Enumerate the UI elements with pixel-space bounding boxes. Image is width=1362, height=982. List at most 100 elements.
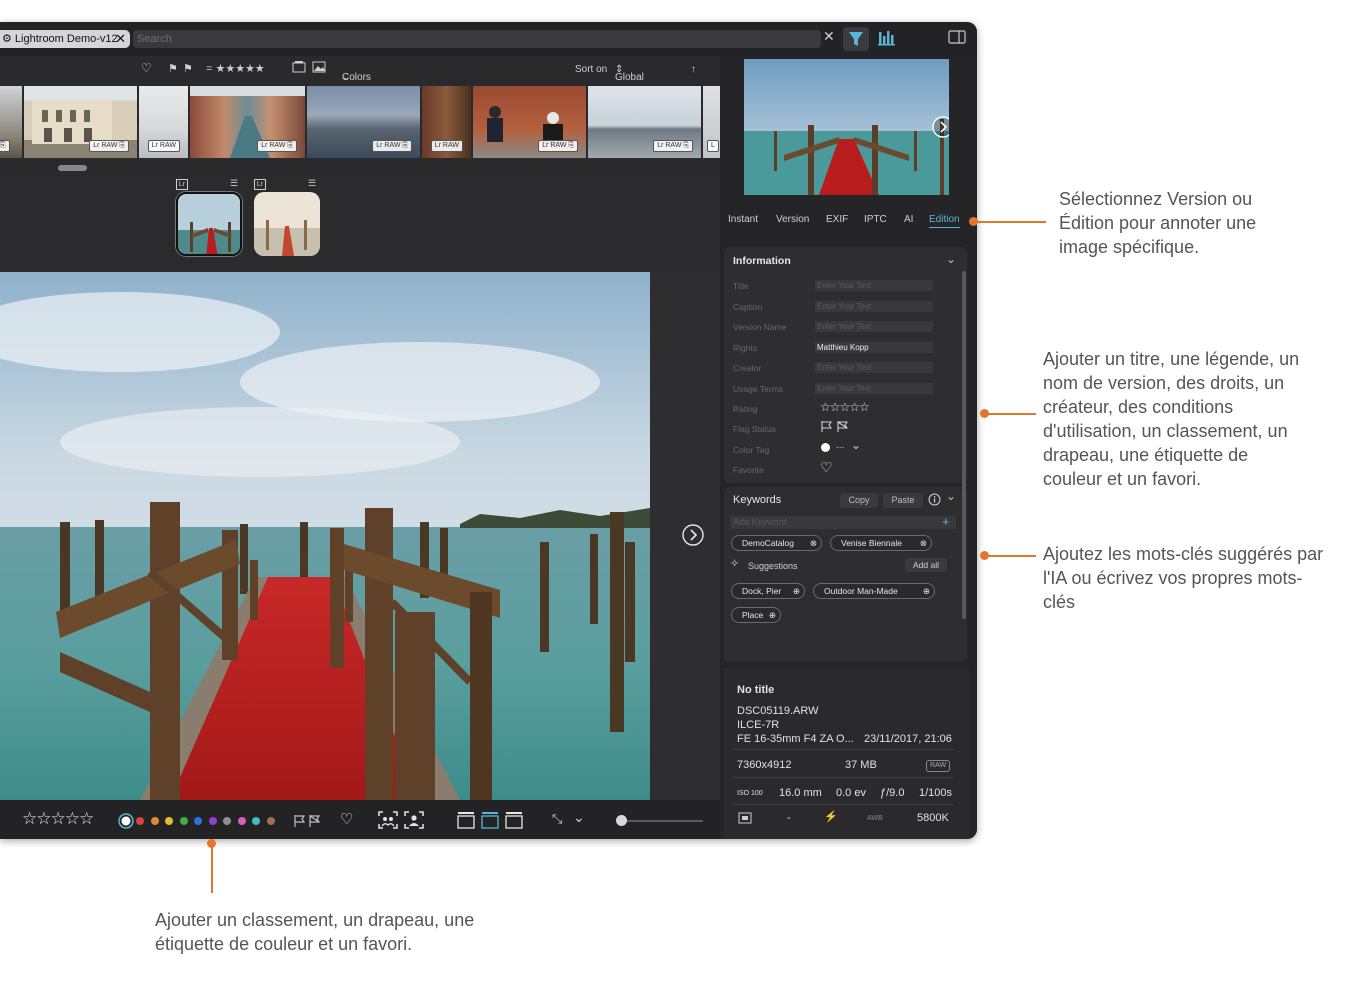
suggested-keyword-chip[interactable]: Outdoor Man-Made ⊕ <box>813 583 935 599</box>
color-tag-dot[interactable] <box>150 817 159 825</box>
favorite-heart-icon[interactable]: ♡ <box>820 459 833 476</box>
creator-field[interactable]: Enter Your Text <box>815 362 933 373</box>
tab-ai[interactable]: AI <box>904 214 913 225</box>
rating-stars[interactable]: ☆☆☆☆☆ <box>820 400 870 414</box>
filter-button[interactable] <box>843 27 869 51</box>
histogram-button[interactable] <box>877 28 897 48</box>
suggested-keyword-chip[interactable]: Place ⊕ <box>731 607 781 623</box>
add-chip-icon[interactable]: ⊕ <box>769 608 776 622</box>
chevron-down-icon: ⌄ <box>342 72 351 83</box>
remove-chip-icon[interactable]: ⊗ <box>920 536 927 550</box>
filmstrip-thumbnail[interactable]: Lr RAW <box>139 86 188 158</box>
keyword-chip[interactable]: Venise Biennale ⊗ <box>830 535 932 551</box>
video-filter-icon[interactable] <box>292 60 306 74</box>
usage-terms-field[interactable]: Enter Your Text <box>815 383 933 394</box>
app-window: ⚙ Lightroom Demo-v12 ✕ Search ✕ ♡ ⚑ ⚑ = … <box>0 22 977 839</box>
zoom-slider[interactable] <box>620 820 703 822</box>
color-tag-dot[interactable] <box>208 817 217 825</box>
filmstrip-thumbnail[interactable]: Lr RAW ⎘ <box>24 86 137 158</box>
annotation-line: Ajoutez les mots-clés suggérés par <box>1043 544 1324 564</box>
collapse-chevron-icon[interactable]: ⌄ <box>946 489 956 503</box>
person-detect-icon[interactable] <box>404 811 424 829</box>
filmstrip-thumbnail[interactable]: Lr RAW ⎘ <box>307 86 420 158</box>
layout-mode-icons[interactable] <box>457 811 525 829</box>
panel-toggle-button[interactable] <box>948 30 966 44</box>
chevron-right-circle-icon[interactable] <box>932 116 949 138</box>
filmstrip-thumbnail[interactable]: Lr RAW ⎘ <box>190 86 305 158</box>
remove-chip-icon[interactable]: ⊗ <box>810 536 817 550</box>
paste-button[interactable]: Paste <box>883 493 923 508</box>
color-tag-dot[interactable] <box>237 817 246 825</box>
flag-icons[interactable] <box>820 420 852 433</box>
filmstrip-thumbnail[interactable]: ⎘ <box>0 86 22 158</box>
annotation-leader <box>211 843 213 893</box>
filmstrip-thumbnail[interactable]: Lr RAW <box>422 86 471 158</box>
rating-stars[interactable]: ☆☆☆☆☆ <box>22 809 94 829</box>
copy-button[interactable]: Copy <box>840 493 878 508</box>
filmstrip-scrollbar[interactable] <box>58 165 87 171</box>
adjustments-icon[interactable]: ☰ <box>308 178 316 189</box>
next-image-button[interactable] <box>682 524 704 546</box>
venice-pier-photo <box>0 272 650 800</box>
field-label: Usage Terms <box>733 384 783 394</box>
title-field[interactable]: Enter Your Text <box>815 280 933 291</box>
chevron-down-icon[interactable]: ⌄ <box>573 809 585 826</box>
color-tag-dot[interactable] <box>266 817 275 825</box>
version-thumbnail-selected[interactable] <box>176 192 242 256</box>
filmstrip-thumbnail[interactable]: Lr RAW ⎘ <box>473 86 586 158</box>
reject-filter-icon[interactable]: ⚑ <box>183 62 193 75</box>
flag-icons[interactable] <box>293 814 323 828</box>
color-tag-dot[interactable] <box>179 817 188 825</box>
filmstrip-thumbnail[interactable]: Lr RAW ⎘ <box>588 86 701 158</box>
keyword-chip[interactable]: DemoCatalog ⊗ <box>731 535 822 551</box>
rights-field[interactable]: Matthieu Kopp <box>815 342 933 353</box>
color-tag-dot[interactable] <box>223 817 231 825</box>
pier-preview-art <box>744 59 949 195</box>
add-chip-icon[interactable]: ⊕ <box>923 584 930 598</box>
collapse-chevron-icon[interactable]: ⌄ <box>946 252 956 266</box>
chevron-down-icon[interactable]: ⌄ <box>851 438 861 452</box>
color-tag-dot[interactable] <box>194 817 202 825</box>
annotation-line: Ajouter un classement, un drapeau, une <box>155 910 475 930</box>
color-tag-dot[interactable] <box>136 817 144 825</box>
tab-exif[interactable]: EXIF <box>826 214 848 225</box>
keyword-chip-label: DemoCatalog <box>742 538 794 548</box>
close-tab-icon[interactable]: ✕ <box>115 30 126 48</box>
catalog-tab[interactable]: ⚙ Lightroom Demo-v12 ✕ <box>0 30 130 48</box>
tab-instant[interactable]: Instant <box>728 214 758 225</box>
expand-icon[interactable]: ⤡ <box>552 811 562 827</box>
tab-iptc[interactable]: IPTC <box>864 214 887 225</box>
caption-field[interactable]: Enter Your Text <box>815 301 933 312</box>
annotation-line: Sélectionnez Version ou <box>1059 189 1253 209</box>
raw-badge: ⎘ <box>0 140 10 152</box>
sort-direction-icon[interactable]: ↑ <box>691 64 696 75</box>
image-filter-icon[interactable] <box>312 60 326 74</box>
add-keyword-plus-icon[interactable]: + <box>942 514 950 529</box>
filmstrip-thumbnail[interactable]: L <box>703 86 720 158</box>
suggested-keyword-chip[interactable]: Dock, Pier ⊕ <box>731 583 805 599</box>
version-name-field[interactable]: Enter Your Text <box>815 321 933 332</box>
suggestions-label: Suggestions <box>748 561 798 571</box>
no-color-tag[interactable] <box>118 813 134 829</box>
add-all-button[interactable]: Add all <box>905 558 947 572</box>
zoom-slider-handle[interactable] <box>616 815 627 826</box>
adjustments-icon[interactable]: ☰ <box>230 178 238 189</box>
favorite-filter-icon[interactable]: ♡ <box>141 61 152 75</box>
face-detect-icon[interactable] <box>378 811 398 829</box>
add-chip-icon[interactable]: ⊕ <box>793 584 800 598</box>
version-thumbnail[interactable] <box>254 192 320 256</box>
tab-edition[interactable]: Edition <box>929 214 960 228</box>
search-input[interactable]: Search <box>133 30 821 48</box>
rating-filter[interactable]: = ★★★★★ <box>206 62 265 75</box>
color-tag-dot[interactable] <box>252 817 260 825</box>
sort-select[interactable]: Global Score ⇕ <box>615 64 644 94</box>
tab-version[interactable]: Version <box>776 214 809 225</box>
color-tag-dot[interactable] <box>165 817 173 825</box>
flag-filter-icon[interactable]: ⚑ <box>168 62 178 75</box>
add-keyword-input[interactable]: Add Keyword <box>730 516 956 529</box>
clear-search-icon[interactable]: ✕ <box>823 28 835 45</box>
color-tag-swatch[interactable] <box>821 443 830 452</box>
favorite-heart-icon[interactable]: ♡ <box>340 810 353 828</box>
panel-scrollbar[interactable] <box>962 271 966 619</box>
info-icon[interactable] <box>928 493 941 506</box>
